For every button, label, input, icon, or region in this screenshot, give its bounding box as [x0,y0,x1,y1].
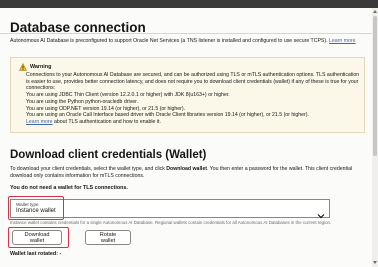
download-desc-bold: Download wallet [166,166,207,172]
warning-learn-more-suffix: about TLS authentication and how to enab… [53,118,161,125]
warning-body: Connections to your Autonomous AI Databa… [26,72,362,126]
scroll-up-arrow-icon[interactable] [373,10,377,13]
intro-body: Autonomous AI Database is preconfigured … [10,38,328,44]
download-description: To download your client credentials, sel… [10,166,366,179]
rotate-wallet-button[interactable]: Rotate wallet [85,230,131,245]
download-wallet-highlight [8,227,69,248]
wallet-last-rotated: Wallet last rotated: - [10,251,62,257]
wallet-type-highlight [8,196,64,220]
tls-note: You do not need a wallet for TLS connect… [10,185,128,191]
scroll-down-arrow-icon[interactable] [373,261,377,264]
top-bar [0,0,378,8]
intro-text: Autonomous AI Database is preconfigured … [10,38,366,45]
download-desc-before: To download your client credentials, sel… [10,166,167,172]
warning-line: You are using JDBC Thin Client (version … [26,92,230,99]
chevron-down-icon[interactable] [317,206,325,219]
warning-line: Connections to your Autonomous AI Databa… [26,72,360,92]
intro-learn-more-link[interactable]: Learn more [329,38,356,44]
header-divider [0,33,372,34]
warning-learn-more-link[interactable]: Learn more [26,119,53,125]
wallet-type-help: Instance wallet contains credentials for… [10,220,332,225]
warning-title: Warning [30,64,52,70]
download-section-title: Download client credentials (Wallet) [10,149,207,161]
scrollbar-thumb[interactable] [373,16,377,156]
warning-icon [18,62,28,71]
warning-header: Warning [18,62,52,71]
warning-line: You are using the Python python-oracledb… [26,98,138,105]
warning-box: Warning Connections to your Autonomous A… [10,57,365,133]
warning-learn-more-line: Learn more about TLS authentication and … [26,119,362,126]
warning-line: You are using an Oracle Call Interface b… [26,112,309,119]
warning-line: You are using ODP.NET version 19.14 (or … [26,105,186,112]
